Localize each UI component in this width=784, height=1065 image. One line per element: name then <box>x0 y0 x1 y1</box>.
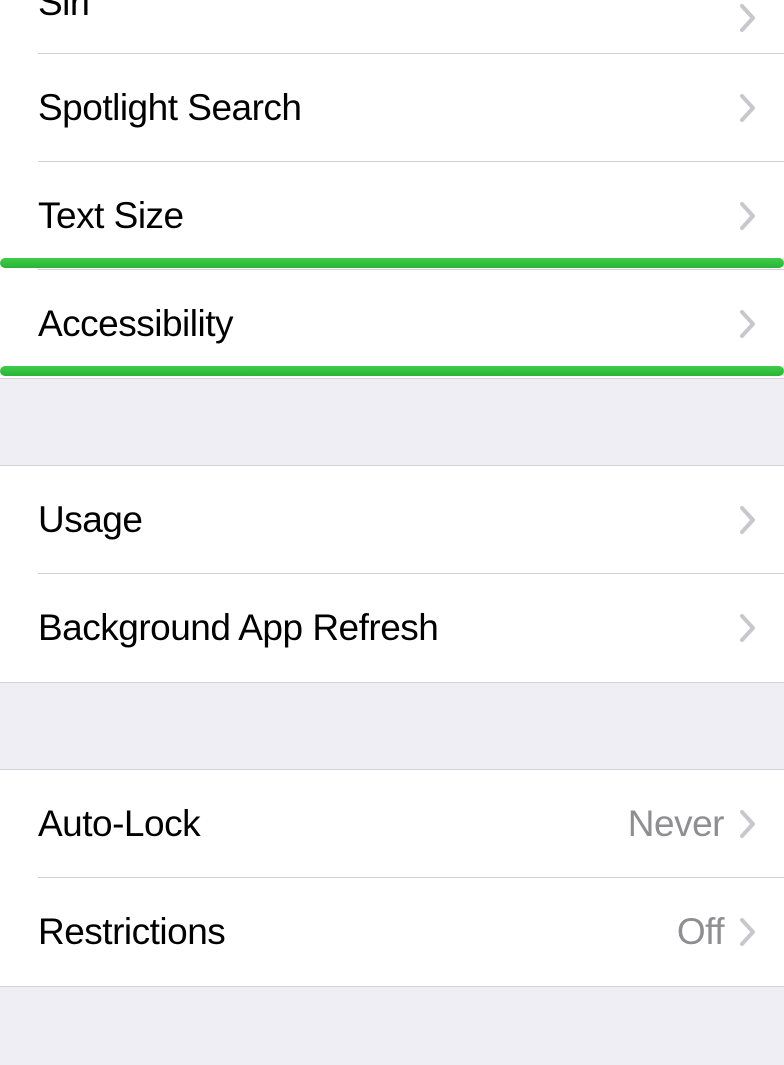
row-accessibility[interactable]: Accessibility <box>0 270 784 378</box>
chevron-right-icon <box>740 506 756 534</box>
row-value: Never <box>628 803 724 845</box>
row-spotlight-search[interactable]: Spotlight Search <box>0 54 784 162</box>
group-spacer <box>0 683 784 769</box>
row-restrictions[interactable]: Restrictions Off <box>0 878 784 986</box>
group-spacer <box>0 987 784 1065</box>
row-label: Text Size <box>38 195 184 237</box>
row-text-size[interactable]: Text Size <box>0 162 784 270</box>
row-label: Usage <box>38 499 142 541</box>
chevron-right-icon <box>740 310 756 338</box>
settings-group-3: Auto-Lock Never Restrictions Off <box>0 769 784 987</box>
chevron-right-icon <box>740 202 756 230</box>
row-label: Auto-Lock <box>38 803 200 845</box>
chevron-right-icon <box>740 94 756 122</box>
settings-group-1: Siri Spotlight Search Text Size Accessib… <box>0 0 784 379</box>
annotation-highlight-top <box>0 258 784 268</box>
group-spacer <box>0 379 784 465</box>
row-label: Spotlight Search <box>38 87 302 129</box>
row-label: Accessibility <box>38 303 233 345</box>
row-auto-lock[interactable]: Auto-Lock Never <box>0 770 784 878</box>
chevron-right-icon <box>740 4 756 32</box>
chevron-right-icon <box>740 614 756 642</box>
chevron-right-icon <box>740 918 756 946</box>
row-siri[interactable]: Siri <box>0 0 784 54</box>
settings-group-2: Usage Background App Refresh <box>0 465 784 683</box>
row-label: Background App Refresh <box>38 607 438 649</box>
row-label: Restrictions <box>38 911 225 953</box>
annotation-highlight-bottom <box>0 366 784 376</box>
row-label: Siri <box>38 0 89 24</box>
row-background-app-refresh[interactable]: Background App Refresh <box>0 574 784 682</box>
chevron-right-icon <box>740 810 756 838</box>
row-usage[interactable]: Usage <box>0 466 784 574</box>
row-value: Off <box>677 911 724 953</box>
